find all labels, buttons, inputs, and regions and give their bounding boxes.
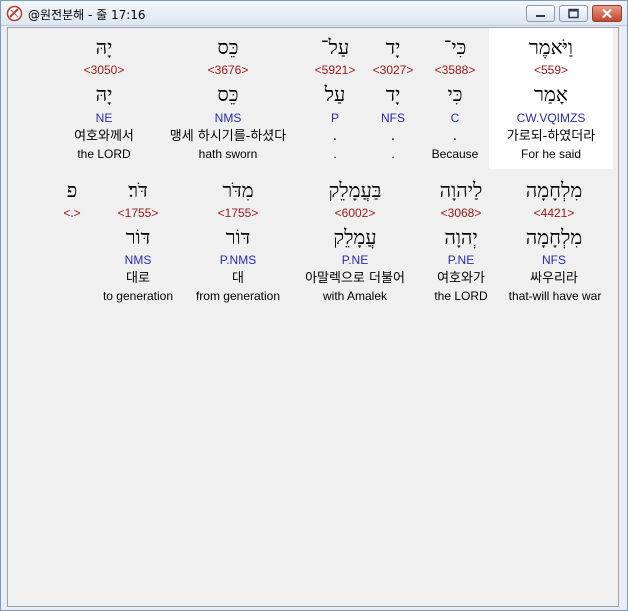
- strong-number[interactable]: <.>: [56, 206, 88, 220]
- english-gloss: with Amalek: [322, 289, 388, 303]
- hebrew-word[interactable]: עַל־: [308, 35, 362, 59]
- strong-number[interactable]: <3588>: [430, 63, 480, 77]
- english-gloss: the LORD: [434, 289, 488, 303]
- morphology-code: NFS: [542, 253, 566, 267]
- morphology-code: P: [330, 111, 339, 125]
- hebrew-word[interactable]: יָהּ: [64, 35, 144, 59]
- strong-number[interactable]: <3068>: [416, 206, 506, 220]
- korean-gloss: 맹세 하시기를-하셨다: [169, 129, 287, 144]
- hebrew-lemma: יְהוָה: [444, 225, 478, 249]
- hebrew-lemma: דּוֹר: [225, 225, 251, 249]
- hebrew-lemma: אָמַר: [534, 82, 568, 106]
- maximize-button[interactable]: [559, 5, 588, 22]
- hebrew-lemma: יָד: [385, 82, 401, 106]
- strong-number[interactable]: <4421>: [504, 206, 604, 220]
- hebrew-word[interactable]: כֵּס: [178, 35, 278, 59]
- hebrew-lemma: כֵּס: [217, 82, 239, 106]
- korean-gloss: .: [452, 129, 458, 144]
- morphology-code: P.NE: [447, 253, 475, 267]
- english-gloss: from generation: [195, 289, 281, 303]
- hebrew-lemma: עַל: [324, 82, 346, 106]
- hebrew-word[interactable]: יָד: [368, 35, 418, 59]
- strong-number[interactable]: <3676>: [178, 63, 278, 77]
- hebrew-word[interactable]: לַיהוָה: [416, 178, 506, 202]
- korean-gloss: 여호와께서: [74, 129, 134, 144]
- hebrew-lemma: עֲמָלֵק: [333, 225, 377, 249]
- minimize-button[interactable]: [526, 5, 555, 22]
- morphology-code: P.NE: [341, 253, 369, 267]
- strong-number[interactable]: <3027>: [368, 63, 418, 77]
- close-icon: [602, 8, 612, 19]
- korean-gloss: 여호와가: [437, 271, 485, 286]
- morphology-code: NFS: [381, 111, 405, 125]
- title-bar[interactable]: @원전분해 - 줄 17:16: [1, 1, 627, 26]
- morphology-code: NMS: [124, 253, 152, 267]
- english-gloss: Because: [431, 147, 479, 161]
- strong-number[interactable]: <3050>: [64, 63, 144, 77]
- window-title: @원전분해 - 줄 17:16: [28, 8, 146, 22]
- app-window: @원전분해 - 줄 17:16 וַיֹּאמֶר <559> אָמַר CW…: [0, 0, 628, 611]
- strong-number[interactable]: <5921>: [308, 63, 362, 77]
- hebrew-word[interactable]: מִלְחָמָה: [504, 178, 604, 202]
- strong-number[interactable]: <559>: [511, 63, 591, 77]
- english-gloss: .: [391, 147, 395, 161]
- hebrew-lemma: דּוֹר: [125, 225, 151, 249]
- korean-gloss: .: [390, 129, 396, 144]
- korean-gloss: .: [332, 129, 338, 144]
- strong-number[interactable]: <1755>: [188, 206, 288, 220]
- hebrew-word[interactable]: וַיֹּאמֶר: [511, 35, 591, 59]
- korean-gloss: 싸우리라: [530, 271, 578, 286]
- hebrew-word[interactable]: מִדֹּר: [188, 178, 288, 202]
- morphology-code: NE: [95, 111, 113, 125]
- english-gloss: hath sworn: [198, 147, 258, 161]
- korean-gloss: 대로: [126, 271, 150, 286]
- english-gloss: to generation: [102, 289, 174, 303]
- korean-gloss: 가로되-하였더라: [506, 129, 596, 144]
- korean-gloss: 아말렉으로 더불어: [305, 271, 405, 286]
- hebrew-lemma: כִּי: [447, 82, 463, 106]
- english-gloss: that-will have war: [508, 289, 602, 303]
- hebrew-word[interactable]: פ: [56, 178, 88, 202]
- hebrew-lemma: יָהּ: [95, 82, 113, 106]
- maximize-icon: [568, 8, 579, 19]
- hebrew-word[interactable]: בַּעֲמָלֵק: [290, 178, 420, 202]
- interlinear-panel: וַיֹּאמֶר <559> אָמַר CW.VQIMZS 가로되-하였더라…: [7, 27, 619, 607]
- hebrew-word[interactable]: כִּי־: [430, 35, 480, 59]
- morphology-code: C: [450, 111, 460, 125]
- english-gloss: the LORD: [77, 147, 131, 161]
- hebrew-word[interactable]: דֹּר׃: [98, 178, 178, 202]
- korean-gloss: 대: [232, 271, 244, 286]
- english-gloss: .: [333, 147, 337, 161]
- close-button[interactable]: [592, 5, 622, 22]
- strong-number[interactable]: <6002>: [290, 206, 420, 220]
- strong-number[interactable]: <1755>: [98, 206, 178, 220]
- english-gloss: For he said: [520, 147, 582, 161]
- morphology-code: NMS: [214, 111, 242, 125]
- morphology-code: CW.VQIMZS: [516, 111, 586, 125]
- hebrew-lemma: מִלְחָמָה: [525, 225, 583, 249]
- minimize-icon: [536, 15, 545, 17]
- morphology-code: P.NMS: [219, 253, 257, 267]
- app-icon: [6, 5, 23, 22]
